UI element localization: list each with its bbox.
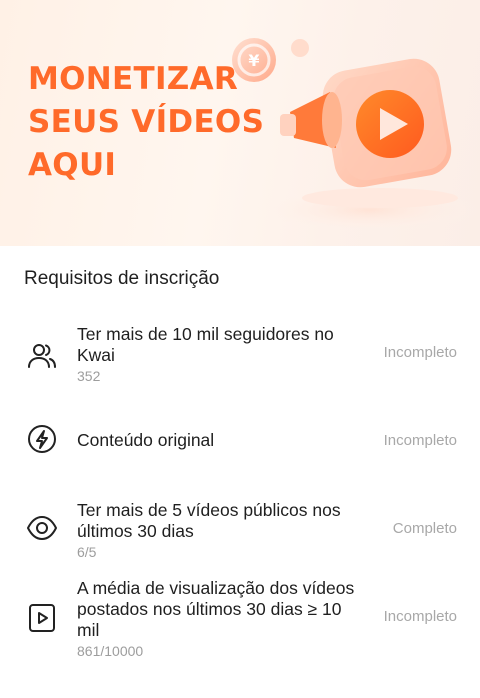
- requirement-average-views[interactable]: A média de visualização dos vídeos posta…: [0, 576, 480, 659]
- requirement-progress: 6/5: [77, 544, 97, 560]
- requirement-title: Ter mais de 10 mil seguidores no Kwai: [77, 324, 334, 365]
- requirement-title: Ter mais de 5 vídeos públicos nos último…: [77, 500, 341, 541]
- requirements-heading: Requisitos de inscrição: [24, 268, 220, 289]
- eye-icon: [27, 516, 57, 540]
- requirement-status: Incompleto: [383, 344, 457, 361]
- requirement-public-videos[interactable]: Ter mais de 5 vídeos públicos nos último…: [0, 498, 480, 560]
- play-square-icon: [29, 604, 55, 632]
- requirement-progress: 352: [77, 368, 101, 384]
- requirement-original-content[interactable]: Conteúdo original Incompleto: [0, 420, 480, 460]
- requirement-title: Conteúdo original: [77, 430, 215, 450]
- requirement-followers[interactable]: Ter mais de 10 mil seguidores no Kwai 35…: [0, 322, 480, 384]
- lightning-icon: [28, 425, 56, 453]
- requirement-status: Completo: [392, 520, 457, 537]
- requirement-title: A média de visualização dos vídeos posta…: [77, 578, 355, 640]
- video-play-icon: ¥: [232, 38, 480, 232]
- users-icon: [28, 344, 56, 368]
- requirement-status: Incompleto: [383, 432, 457, 449]
- svg-text:¥: ¥: [248, 51, 259, 70]
- requirement-progress: 861/10000: [77, 643, 144, 659]
- monetization-banner: MONETIZAR SEUS VÍDEOS AQUI ¥: [0, 0, 480, 246]
- requirement-status: Incompleto: [383, 608, 457, 625]
